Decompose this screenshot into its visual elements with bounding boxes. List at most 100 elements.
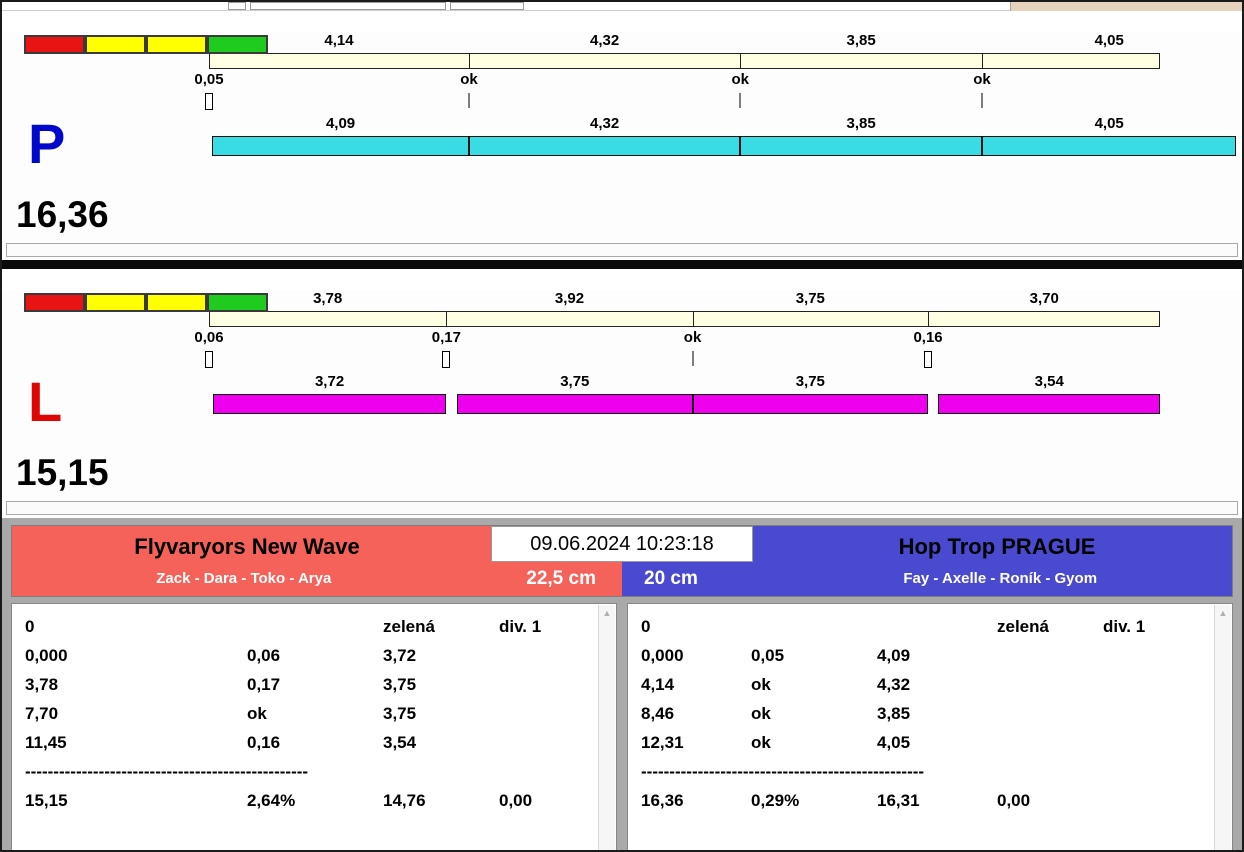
cell: 7,70	[25, 704, 59, 723]
dog-run-segment	[457, 394, 693, 414]
cell: 0,16	[247, 733, 281, 752]
interval-time: 4,32	[590, 32, 620, 49]
cell: ok	[751, 675, 771, 694]
dog-run-segment	[740, 136, 983, 156]
dog-time: 4,09	[325, 115, 356, 132]
cell: 16,31	[877, 791, 920, 810]
cell: div. 1	[499, 617, 542, 636]
team-left-results-grid: 0 zelená div. 1 0,000 0,06 3,72 3,78 0,17 3,75…	[25, 612, 594, 815]
cell	[1103, 786, 1210, 815]
cell	[997, 641, 1103, 670]
result-row: 0,000 0,06 3,72	[25, 641, 594, 670]
cell	[877, 612, 997, 641]
cell: 3,78	[25, 675, 59, 694]
interval-segment	[210, 312, 448, 326]
cell: 4,32	[877, 675, 911, 694]
separator-row: ----------------------------------------…	[25, 762, 309, 781]
dog-time: 4,05	[1094, 115, 1124, 132]
changeover-value: 0,05	[194, 71, 224, 88]
dog-run-segment	[982, 136, 1237, 156]
changeover-mark	[924, 351, 933, 368]
window-fragment	[250, 2, 446, 10]
right-results-scrollbar[interactable]: ▲ ▼	[1214, 605, 1231, 850]
dog-time: 4,32	[590, 115, 620, 132]
scoreboard-section: Flyvaryors New Wave Zack - Dara - Toko -…	[2, 518, 1242, 850]
lane-total-time: 16,36	[16, 194, 109, 235]
dog-times-row: 4,09 4,32 3,85 4,05	[209, 115, 1160, 136]
interval-bar	[209, 53, 1160, 69]
changeover-value: ok	[683, 329, 702, 346]
cell: 4,05	[877, 733, 911, 752]
team-right-jump-height: 20 cm	[644, 568, 698, 589]
cell	[247, 612, 383, 641]
lane-letter: L	[28, 370, 63, 433]
cell: 14,76	[383, 791, 426, 810]
scroll-up-icon[interactable]: ▲	[1219, 605, 1228, 621]
cell	[751, 612, 877, 641]
interval-segment	[469, 54, 742, 68]
light-yellow-icon	[146, 35, 207, 54]
result-row: 7,70 ok 3,75	[25, 699, 594, 728]
run-bar	[209, 394, 1239, 414]
cell: ok	[247, 704, 267, 723]
team-left-dogs: Zack - Dara - Toko - Arya	[156, 570, 332, 587]
cell: 2,64%	[247, 791, 296, 810]
window-fragment	[228, 2, 246, 10]
interval-bar	[209, 311, 1160, 327]
changeover-mark	[692, 351, 694, 366]
scroll-up-icon[interactable]: ▲	[603, 605, 612, 621]
lane-letter: P	[28, 112, 66, 175]
result-row: 8,46 ok 3,85	[641, 699, 1210, 728]
changeover-value: 0,17	[431, 329, 461, 346]
cell: 3,72	[383, 646, 417, 665]
left-results-scrollbar[interactable]: ▲ ▼	[598, 605, 615, 850]
dog-time: 3,72	[314, 373, 345, 390]
interval-times-row: 4,14 4,32 3,85 4,05	[209, 32, 1160, 53]
result-row: 12,31 ok 4,05	[641, 728, 1210, 757]
lane-bars: 3,78 3,92 3,75 3,70 0,06 0,17 ok 0,16 3,…	[194, 290, 1239, 414]
changeover-value: 0,06	[194, 329, 224, 346]
light-green-icon	[207, 35, 268, 54]
team-right-subrow: 20 cm Fay - Axelle - Roník - Gyom	[622, 564, 1232, 598]
run-bar	[209, 136, 1239, 156]
dog-time: 3,75	[795, 373, 825, 390]
cell: 0,06	[247, 646, 281, 665]
changeover-mark	[739, 93, 741, 108]
lane-footer-strip	[6, 501, 1238, 515]
light-yellow-icon	[85, 293, 146, 312]
start-lights	[24, 293, 268, 312]
cell: div. 1	[1103, 617, 1146, 636]
cell: 0,05	[751, 646, 785, 665]
result-row: 3,78 0,17 3,75	[25, 670, 594, 699]
cell	[499, 699, 609, 728]
cell: 3,54	[383, 733, 417, 752]
interval-segment	[693, 312, 930, 326]
results-tables: 0 zelená div. 1 0,000 0,06 3,72 3,78 0,17 3,75…	[11, 603, 1233, 850]
result-row: 11,45 0,16 3,54	[25, 728, 594, 757]
cell: 0,17	[247, 675, 281, 694]
separator-row: ----------------------------------------…	[641, 762, 925, 781]
dog-time: 3,85	[846, 115, 876, 132]
cell	[1103, 641, 1210, 670]
cell	[1103, 728, 1210, 757]
lane-total-time: 15,15	[16, 452, 109, 493]
cell: 4,09	[877, 646, 911, 665]
cell	[499, 728, 609, 757]
interval-time: 3,92	[554, 290, 585, 307]
interval-segment	[210, 54, 470, 68]
light-red-icon	[24, 293, 85, 312]
lane-bars: 4,14 4,32 3,85 4,05 0,05 ok ok ok 4,09 4…	[194, 32, 1239, 156]
cell: 0,00	[997, 791, 1031, 810]
cell	[997, 670, 1103, 699]
cell: 12,31	[641, 733, 684, 752]
cell	[997, 699, 1103, 728]
interval-time: 3,70	[1029, 290, 1059, 307]
changeover-value: ok	[973, 71, 991, 88]
result-row: 0 zelená div. 1	[25, 612, 594, 641]
dog-time: 3,75	[560, 373, 590, 390]
changeover-mark	[205, 351, 213, 368]
interval-segment	[983, 54, 1159, 68]
light-yellow-icon	[146, 293, 207, 312]
lane-panel-l: 3,78 3,92 3,75 3,70 0,06 0,17 ok 0,16 3,…	[2, 290, 1242, 518]
cell: 4,14	[641, 675, 675, 694]
